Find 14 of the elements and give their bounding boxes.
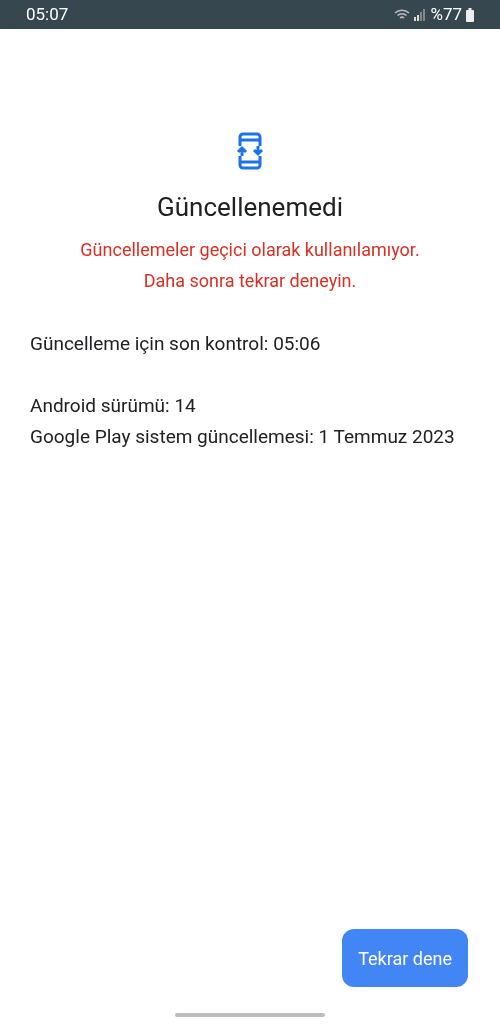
clock: 05:07 — [26, 2, 69, 26]
phone-sync-icon — [234, 132, 266, 170]
info-text: Android sürümü: 14 — [30, 393, 197, 419]
wifi-icon — [394, 8, 411, 21]
battery-icon — [466, 7, 474, 22]
retry-button[interactable]: Tekrar dene — [342, 929, 468, 987]
home-indicator[interactable] — [175, 1013, 325, 1017]
title: Güncellenemedi — [157, 191, 343, 224]
last-check-text: Güncelleme için son kontrol: 05:06 — [30, 331, 322, 357]
error-message: Daha sonra tekrar deneyin. — [143, 269, 357, 293]
info-text: Google Play sistem güncellemesi: 1 Temmuz 2023 — [30, 424, 456, 450]
signal-icon — [414, 8, 427, 21]
error-message: Güncellemeler geçici olarak kullanılamıyor. — [80, 238, 420, 262]
battery-percent: %77 — [430, 2, 462, 26]
